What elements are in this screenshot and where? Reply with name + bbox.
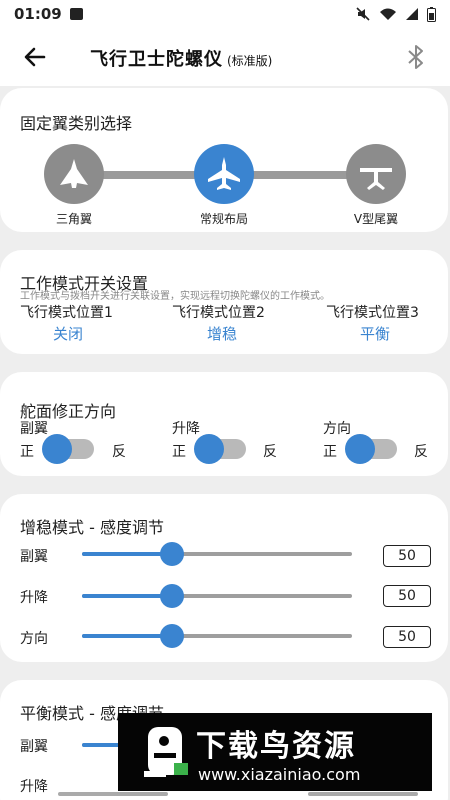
mute-icon — [356, 7, 370, 21]
mode-pos3-label: 飞行模式位置3 — [326, 305, 419, 321]
status-time: 01:09 — [14, 5, 62, 23]
rudder-normal-label: 正 — [323, 444, 337, 460]
stab-aileron-label: 副翼 — [20, 549, 48, 565]
stab-aileron-value[interactable]: 50 — [383, 545, 431, 567]
stab-aileron-fill — [82, 552, 172, 556]
elevator-dir-label: 升降 — [172, 421, 200, 437]
delta-plane-icon — [60, 159, 88, 188]
stab-rudder-value[interactable]: 50 — [383, 626, 431, 648]
status-bar: 01:09 — [0, 0, 450, 28]
signal-icon — [406, 8, 418, 20]
battery-icon — [427, 6, 436, 22]
aileron-reverse-label: 反 — [112, 444, 126, 460]
app-bar: 飞行卫士陀螺仪 (标准版) — [0, 28, 450, 86]
bluetooth-icon[interactable] — [404, 42, 428, 72]
rudder-reverse-label: 反 — [414, 444, 428, 460]
nav-bar-right — [308, 792, 418, 796]
status-icons — [355, 6, 436, 22]
mode-pos1-label: 飞行模式位置1 — [20, 305, 113, 321]
aileron-normal-label: 正 — [20, 444, 34, 460]
mode-pos1-value[interactable]: 关闭 — [53, 323, 83, 344]
delta-wing-label: 三角翼 — [55, 212, 92, 226]
mode-pos3-value[interactable]: 平衡 — [360, 323, 390, 344]
conventional-label: 常规布局 — [199, 212, 248, 226]
shopping-bag-icon — [69, 8, 83, 20]
stab-elevator-label: 升降 — [20, 590, 48, 606]
watermark-url: www.xiazainiao.com — [198, 765, 361, 784]
wifi-icon — [380, 8, 396, 20]
nav-bar-left — [58, 792, 168, 796]
conventional-option[interactable] — [194, 144, 254, 204]
title-edition: (标准版) — [227, 54, 273, 68]
elevator-normal-label: 正 — [172, 444, 186, 460]
mode-switch-desc: 工作模式与拨档开关进行关联设置，实现远程切换陀螺仪的工作模式。 — [20, 291, 330, 302]
rudder-dir-label: 方向 — [323, 421, 351, 437]
stab-rudder-label: 方向 — [20, 631, 48, 647]
stab-aileron-thumb[interactable] — [160, 542, 184, 566]
wing-type-card: 固定翼类别选择 三角翼 常规布局 V型尾翼 — [0, 88, 448, 232]
mode-pos2-label: 飞行模式位置2 — [172, 305, 265, 321]
aileron-dir-label: 副翼 — [20, 421, 48, 437]
stab-elevator-fill — [82, 594, 172, 598]
wing-type-title: 固定翼类别选择 — [20, 114, 133, 133]
balance-elevator-label: 升降 — [20, 779, 48, 795]
watermark-banner: 下载鸟资源 www.xiazainiao.com — [118, 713, 432, 791]
elevator-reverse-label: 反 — [263, 444, 277, 460]
stab-elevator-thumb[interactable] — [160, 584, 184, 608]
rudder-toggle-knob[interactable] — [345, 434, 375, 464]
wing-connector-right — [250, 171, 350, 179]
watermark-text: 下载鸟资源 — [196, 729, 356, 764]
title-text: 飞行卫士陀螺仪 — [90, 49, 223, 70]
elevator-toggle-knob[interactable] — [194, 434, 224, 464]
jet-plane-icon — [208, 157, 240, 190]
wing-connector-left — [100, 171, 200, 179]
delta-wing-option[interactable] — [44, 144, 104, 204]
v-tail-plane-icon — [360, 168, 392, 190]
mode-switch-card: 工作模式开关设置 工作模式与拨档开关进行关联设置，实现远程切换陀螺仪的工作模式。… — [0, 250, 448, 354]
direction-card: 舵面修正方向 副翼 正 反 升降 正 反 方向 正 反 — [0, 372, 448, 476]
mode-pos2-value[interactable]: 增稳 — [207, 323, 237, 344]
stab-gain-card: 增稳模式 - 感度调节 副翼 50 升降 50 方向 50 — [0, 494, 448, 662]
stab-rudder-thumb[interactable] — [160, 624, 184, 648]
page-title: 飞行卫士陀螺仪 (标准版) — [90, 45, 272, 71]
v-tail-option[interactable] — [346, 144, 406, 204]
v-tail-label: V型尾翼 — [353, 212, 399, 226]
bird-logo — [144, 727, 188, 777]
aileron-toggle-knob[interactable] — [42, 434, 72, 464]
stab-rudder-fill — [82, 634, 172, 638]
stab-elevator-value[interactable]: 50 — [383, 585, 431, 607]
back-arrow-icon[interactable] — [20, 42, 50, 72]
balance-aileron-label: 副翼 — [20, 739, 48, 755]
stab-gain-title: 增稳模式 - 感度调节 — [20, 518, 164, 537]
